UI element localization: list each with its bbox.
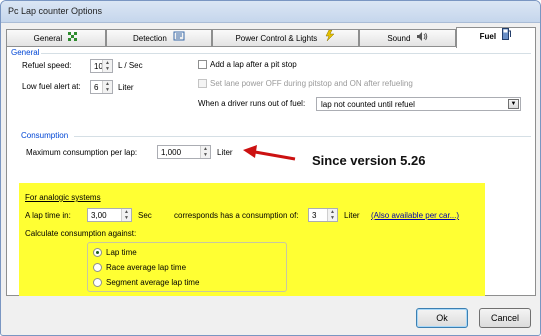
max-consumption-stepper[interactable]: 1,000 ▲ ▼ xyxy=(157,145,211,159)
radio-race-average[interactable] xyxy=(93,263,102,272)
spin-down-icon[interactable]: ▼ xyxy=(103,87,112,93)
lap-time-value: 3,00 xyxy=(91,211,107,220)
refuel-speed-label: Refuel speed: xyxy=(22,61,72,70)
low-fuel-label: Low fuel alert at: xyxy=(22,82,81,91)
calculation-radio-group: Lap time Race average lap time Segment a… xyxy=(87,242,287,292)
analogic-heading: For analogic systems xyxy=(25,193,101,202)
green-flag-icon xyxy=(68,30,78,47)
lap-time-unit: Sec xyxy=(138,211,152,220)
tab-sound[interactable]: Sound xyxy=(359,29,456,47)
fuel-pump-icon xyxy=(502,28,512,46)
max-consumption-unit: Liter xyxy=(217,148,233,157)
radio-lap-time-label: Lap time xyxy=(106,248,137,257)
refuel-speed-unit: L / Sec xyxy=(118,61,143,70)
max-consumption-label: Maximum consumption per lap: xyxy=(26,148,138,157)
general-group-heading: General xyxy=(11,48,40,57)
spin-down-icon[interactable]: ▼ xyxy=(328,215,337,221)
low-fuel-spin-buttons[interactable]: ▲ ▼ xyxy=(102,81,112,93)
add-lap-checkbox[interactable] xyxy=(198,60,207,69)
general-separator xyxy=(41,53,531,54)
consumption-separator xyxy=(74,136,531,137)
annotation-arrow-icon xyxy=(243,145,296,161)
cancel-button[interactable]: Cancel xyxy=(479,308,531,328)
calculate-label: Calculate consumption against: xyxy=(25,229,137,238)
lap-time-stepper[interactable]: 3,00 ▲ ▼ xyxy=(87,208,132,222)
radio-lap-time[interactable] xyxy=(93,248,102,257)
runs-out-value: lap not counted until refuel xyxy=(321,100,415,109)
consumption-spin-buttons[interactable]: ▲ ▼ xyxy=(327,209,337,221)
refuel-speed-stepper[interactable]: 10 ▲ ▼ xyxy=(90,59,113,73)
tab-strip: General Detection Power Control & Lights… xyxy=(6,27,536,48)
tab-fuel-label: Fuel xyxy=(479,32,497,42)
radio-segment-average[interactable] xyxy=(93,278,102,287)
lap-time-label: A lap time in: xyxy=(25,211,71,220)
speaker-icon xyxy=(416,30,428,47)
lap-time-spin-buttons[interactable]: ▲ ▼ xyxy=(121,209,131,221)
low-fuel-stepper[interactable]: 6 ▲ ▼ xyxy=(90,80,113,94)
radio-segment-average-label: Segment average lap time xyxy=(106,278,200,287)
tab-sound-label: Sound xyxy=(387,34,411,43)
options-window: Pc Lap counter Options General Detection… xyxy=(0,0,541,336)
per-car-link[interactable]: (Also available per car...) xyxy=(371,211,459,220)
tab-fuel[interactable]: Fuel xyxy=(456,27,536,48)
low-fuel-unit: Liter xyxy=(118,83,134,92)
runs-out-label: When a driver runs out of fuel: xyxy=(198,99,306,108)
analogic-highlight-box: For analogic systems A lap time in: 3,00… xyxy=(19,183,485,296)
runs-out-dropdown[interactable]: lap not counted until refuel ▼ xyxy=(316,97,521,111)
tab-power-control-label: Power Control & Lights xyxy=(235,34,318,43)
spin-down-icon[interactable]: ▼ xyxy=(201,152,210,158)
refuel-speed-spin-buttons[interactable]: ▲ ▼ xyxy=(102,60,112,72)
radio-race-average-label: Race average lap time xyxy=(106,263,187,272)
consumption-group-heading: Consumption xyxy=(21,131,69,140)
tab-power-control[interactable]: Power Control & Lights xyxy=(212,29,359,47)
corresponds-label: corresponds has a consumption of: xyxy=(174,211,299,220)
chevron-down-icon[interactable]: ▼ xyxy=(508,99,519,109)
title-bar[interactable]: Pc Lap counter Options xyxy=(1,1,540,23)
low-fuel-value: 6 xyxy=(94,83,99,92)
consumption-value: 3 xyxy=(312,211,317,220)
tab-detection-label: Detection xyxy=(132,34,167,43)
add-lap-label: Add a lap after a pit stop xyxy=(210,60,297,69)
consumption-stepper[interactable]: 3 ▲ ▼ xyxy=(308,208,338,222)
version-annotation: Since version 5.26 xyxy=(312,153,426,168)
lane-power-checkbox[interactable] xyxy=(198,79,207,88)
lightning-icon xyxy=(324,30,336,47)
window-title: Pc Lap counter Options xyxy=(8,6,103,16)
tab-general-label: General xyxy=(33,34,63,43)
max-consumption-spin-buttons[interactable]: ▲ ▼ xyxy=(200,146,210,158)
tab-detection[interactable]: Detection xyxy=(106,29,212,47)
lane-power-label: Set lane power OFF during pitstop and ON… xyxy=(210,79,413,88)
spin-down-icon[interactable]: ▼ xyxy=(103,66,112,72)
spin-down-icon[interactable]: ▼ xyxy=(122,215,131,221)
tab-general[interactable]: General xyxy=(6,29,106,47)
detection-icon xyxy=(173,30,185,47)
max-consumption-value: 1,000 xyxy=(161,148,182,157)
ok-button[interactable]: Ok xyxy=(416,308,468,328)
consumption-unit: Liter xyxy=(344,211,360,220)
